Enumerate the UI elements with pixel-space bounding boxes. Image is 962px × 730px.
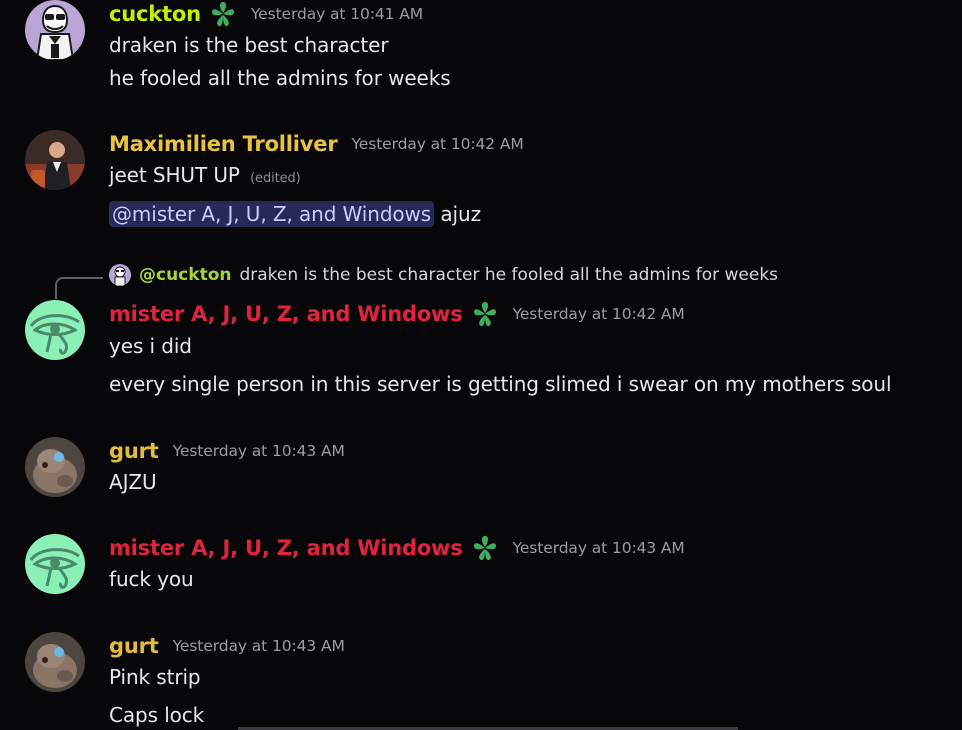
username[interactable]: mister A, J, U, Z, and Windows	[109, 536, 463, 560]
leaf-flower-icon[interactable]	[209, 0, 237, 28]
avatar-gurt[interactable]	[25, 437, 85, 497]
avatar-gurt[interactable]	[25, 632, 85, 692]
reply-text[interactable]: draken is the best character he fooled a…	[239, 265, 778, 285]
user-mention[interactable]: @mister A, J, U, Z, and Windows	[109, 201, 435, 227]
reply-avatar	[109, 264, 131, 286]
message-text: ajuz	[434, 202, 481, 226]
leaf-flower-icon[interactable]	[471, 534, 499, 562]
timestamp[interactable]: Yesterday at 10:41 AM	[251, 5, 423, 23]
username[interactable]: mister A, J, U, Z, and Windows	[109, 302, 463, 326]
message-line: draken is the best character	[109, 33, 389, 57]
username[interactable]: gurt	[109, 439, 159, 463]
avatar-mister[interactable]	[25, 300, 85, 360]
avatar-mister[interactable]	[25, 534, 85, 594]
username[interactable]: cuckton	[109, 2, 201, 26]
message-line: yes i did	[109, 334, 192, 358]
message-line: AJZU	[109, 470, 157, 494]
timestamp[interactable]: Yesterday at 10:43 AM	[173, 442, 345, 460]
message-line: @mister A, J, U, Z, and Windows ajuz	[109, 201, 481, 227]
timestamp[interactable]: Yesterday at 10:43 AM	[513, 539, 685, 557]
leaf-flower-icon[interactable]	[471, 300, 499, 328]
message-line: every single person in this server is ge…	[109, 372, 892, 396]
timestamp[interactable]: Yesterday at 10:42 AM	[513, 305, 685, 323]
username[interactable]: gurt	[109, 634, 159, 658]
message-line: jeet SHUT UP (edited)	[109, 163, 301, 187]
message-line: fuck you	[109, 567, 194, 591]
reply-preview[interactable]: @cuckton draken is the best character he…	[55, 264, 955, 299]
timestamp[interactable]: Yesterday at 10:42 AM	[351, 135, 523, 153]
reply-connector	[55, 277, 103, 299]
message-list[interactable]: cuckton Yesterday at 10:41 AM draken is …	[0, 0, 962, 730]
avatar-cuckton[interactable]	[25, 0, 85, 60]
message-line: Caps lock	[109, 703, 205, 727]
avatar-maximilien[interactable]	[25, 130, 85, 190]
reply-username[interactable]: @cuckton	[139, 265, 231, 285]
reply-content[interactable]: @cuckton draken is the best character he…	[109, 264, 778, 286]
message-line: he fooled all the admins for weeks	[109, 66, 451, 90]
username[interactable]: Maximilien Trolliver	[109, 132, 338, 156]
timestamp[interactable]: Yesterday at 10:43 AM	[173, 637, 345, 655]
message-text: jeet SHUT UP	[109, 163, 240, 187]
edited-label: (edited)	[250, 171, 301, 186]
message-line: Pink strip	[109, 665, 201, 689]
